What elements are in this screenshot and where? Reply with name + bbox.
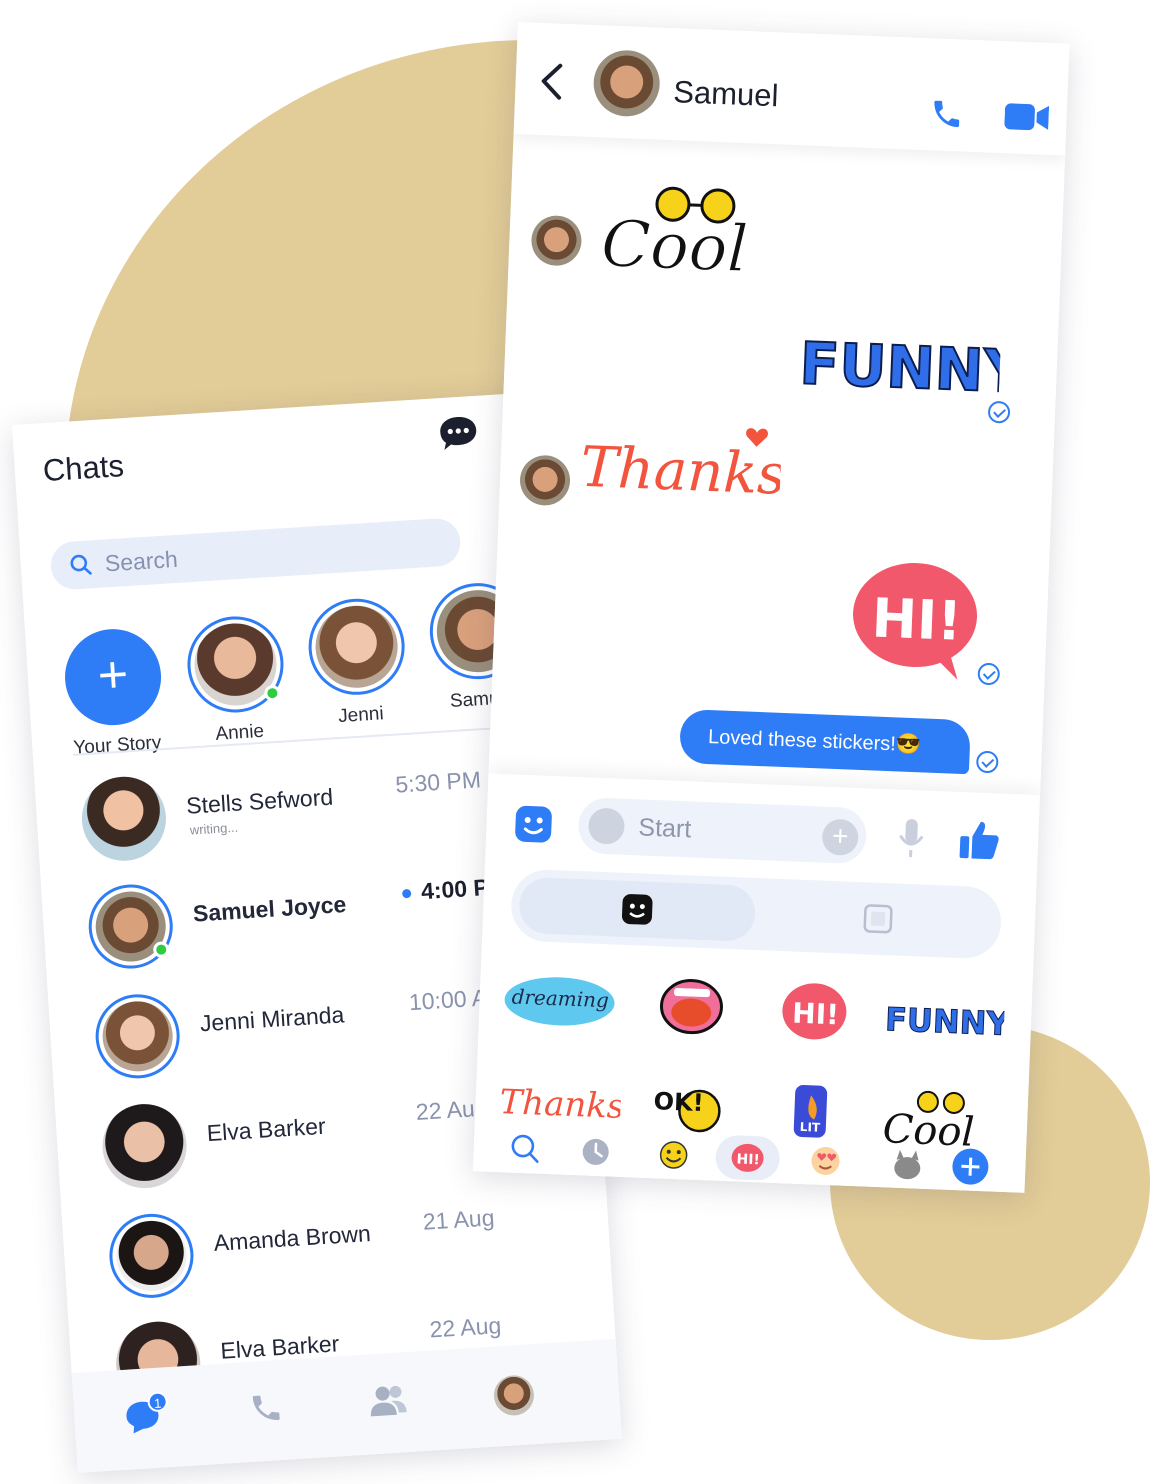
sticker-hi[interactable]: HI!: [848, 558, 993, 683]
svg-text:Cool: Cool: [600, 207, 749, 284]
microphone-icon[interactable]: [897, 818, 925, 859]
message-input[interactable]: Start +: [577, 797, 868, 865]
svg-text:dreaming: dreaming: [511, 985, 609, 1013]
message-time: 21 Aug: [422, 1204, 496, 1235]
avatar: [530, 214, 583, 267]
typing-status: writing...: [189, 819, 239, 838]
search-input[interactable]: Search: [49, 517, 462, 591]
message-placeholder: Start: [637, 813, 692, 844]
avatar: [79, 774, 169, 864]
unread-badge: 1: [147, 1391, 169, 1413]
contact-name: Samuel: [672, 74, 780, 114]
online-indicator: [263, 684, 281, 702]
svg-text:Thanks: Thanks: [499, 1082, 622, 1127]
read-receipt-icon: [987, 400, 1011, 424]
read-receipt-icon: [975, 750, 999, 774]
sticker-grid: dreaming HI! FUNNY Thanks OK! LIT Cool: [499, 959, 1011, 1156]
avatar[interactable]: [592, 49, 661, 118]
avatar: [519, 454, 571, 507]
sticker-cool[interactable]: Cool: [590, 177, 794, 285]
online-indicator: [152, 941, 170, 959]
svg-text:Thanks: Thanks: [579, 435, 782, 508]
message-time: 5:30 PM: [394, 766, 482, 798]
svg-text:FUNNY: FUNNY: [799, 329, 1002, 403]
message-time: 22 Aug: [428, 1312, 502, 1343]
video-camera-icon[interactable]: [1004, 101, 1050, 133]
conversation-screen: Samuel Cool FUNNY Thanks HI! Loved these…: [472, 22, 1070, 1193]
phone-icon[interactable]: [929, 96, 964, 131]
avatar: [93, 991, 183, 1081]
clock-icon[interactable]: [573, 1129, 619, 1175]
story-annie[interactable]: Annie: [173, 613, 301, 748]
avatar: [86, 881, 176, 972]
sticker-funny-small[interactable]: FUNNY: [877, 974, 1006, 1069]
contact-name: Samuel Joyce: [192, 890, 347, 927]
tab-stickers[interactable]: [518, 876, 757, 942]
search-icon[interactable]: [503, 1126, 549, 1172]
emoji-icon[interactable]: [587, 807, 626, 845]
thumbs-up-icon[interactable]: [957, 818, 1001, 862]
conversation-header: Samuel: [513, 22, 1070, 156]
heart-eyes-icon[interactable]: [803, 1138, 849, 1184]
svg-text:HI!: HI!: [736, 1151, 760, 1168]
chat-bubble-icon[interactable]: [437, 414, 479, 452]
hi-pack-icon[interactable]: HI!: [714, 1134, 781, 1182]
unread-dot: [401, 889, 412, 899]
contact-name: Stells Sefword: [185, 783, 334, 819]
sticker-dreaming[interactable]: dreaming: [498, 959, 626, 1054]
sticker-funny[interactable]: FUNNY: [799, 325, 1002, 403]
sticker-icon: [621, 894, 653, 925]
story-add[interactable]: + Your Story: [50, 625, 178, 760]
message-list: Cool FUNNY Thanks HI! Loved these sticke…: [488, 133, 1066, 796]
sticker-mouth[interactable]: [628, 964, 756, 1059]
people-icon: [370, 1385, 407, 1417]
read-receipt-icon: [977, 662, 1001, 686]
tab-contacts[interactable]: [368, 1382, 410, 1424]
story-label: Your Story: [72, 732, 162, 759]
composer: Start + dreaming HI! FUNNY Thanks OK! LI…: [472, 773, 1041, 1193]
story-jenni[interactable]: Jenni: [294, 595, 422, 730]
sticker-category-switch: [509, 868, 1003, 960]
story-label: Jenni: [337, 703, 385, 728]
svg-text:OK!: OK!: [653, 1087, 704, 1117]
contact-name: Jenni Miranda: [199, 1001, 345, 1037]
svg-text:HI!: HI!: [871, 586, 963, 652]
back-arrow-icon[interactable]: [537, 61, 567, 102]
sticker-thanks[interactable]: Thanks: [579, 412, 783, 510]
add-story-button[interactable]: +: [62, 626, 164, 729]
tab-calls[interactable]: [248, 1390, 290, 1432]
add-icon[interactable]: [948, 1144, 994, 1190]
add-attachment-button[interactable]: +: [821, 818, 859, 856]
search-placeholder: Search: [104, 545, 179, 577]
tab-gifs[interactable]: [762, 886, 994, 951]
avatar: [106, 1211, 197, 1301]
avatar: [184, 613, 287, 716]
message-bubble: Loved these stickers!😎: [679, 708, 971, 775]
pusheen-icon[interactable]: [885, 1141, 931, 1187]
phone-icon: [252, 1395, 280, 1420]
gif-icon: [863, 904, 893, 934]
sticker-button-icon[interactable]: [514, 804, 553, 843]
svg-text:LIT: LIT: [800, 1120, 822, 1135]
sticker-hi-small[interactable]: HI!: [752, 969, 880, 1064]
contact-name: Amanda Brown: [212, 1220, 372, 1256]
avatar: [99, 1101, 190, 1191]
tab-profile-avatar[interactable]: [492, 1374, 536, 1417]
search-icon: [70, 554, 92, 575]
page-title: Chats: [41, 448, 125, 489]
avatar: [305, 595, 408, 698]
svg-text:FUNNY: FUNNY: [884, 1000, 1005, 1043]
contact-name: Elva Barker: [206, 1112, 327, 1147]
tab-chats[interactable]: 1: [123, 1391, 169, 1439]
emoji-icon[interactable]: [651, 1132, 697, 1178]
svg-text:HI!: HI!: [792, 997, 840, 1032]
